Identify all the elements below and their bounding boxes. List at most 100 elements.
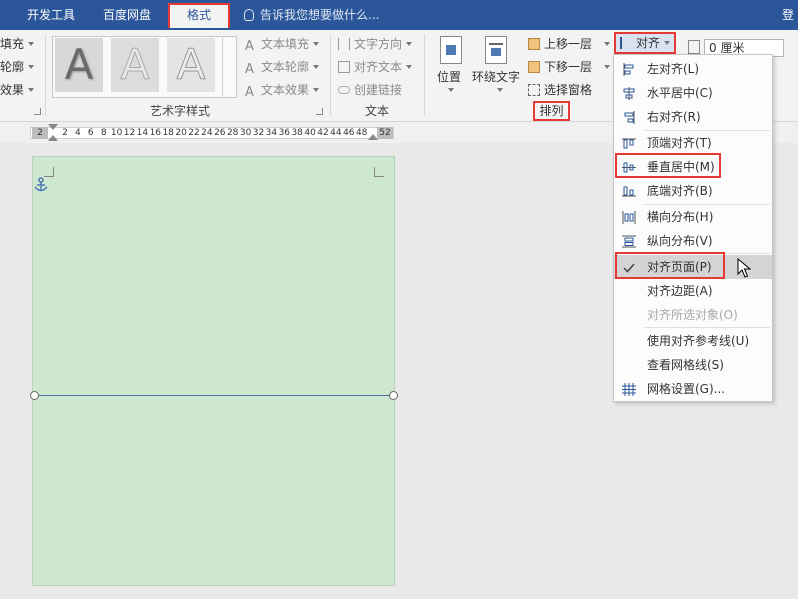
chevron-down-icon bbox=[604, 65, 611, 69]
ruler-tick-label: 2 bbox=[62, 128, 68, 138]
shape-effects-button[interactable]: 效果 bbox=[0, 81, 35, 98]
tell-me-search[interactable]: 告诉我您想要做什么... bbox=[244, 0, 379, 30]
chevron-down-icon bbox=[604, 42, 611, 46]
menu-item-align-bottom[interactable]: 底端对齐(B) bbox=[614, 179, 772, 203]
text-direction-button[interactable]: 文字方向 bbox=[338, 35, 413, 52]
wordart-style-3[interactable]: A bbox=[167, 38, 215, 92]
ruler-tick-label: 32 bbox=[252, 128, 265, 138]
menu-item-use-alignment-guides[interactable]: 使用对齐参考线(U) bbox=[614, 329, 772, 353]
menu-item-distribute-horizontally[interactable]: 横向分布(H) bbox=[614, 205, 772, 229]
gallery-more-icon[interactable] bbox=[222, 76, 236, 96]
tab-developer[interactable]: 开发工具 bbox=[16, 0, 86, 30]
ruler-tick-label: 8 bbox=[100, 128, 107, 138]
menu-item-align-left[interactable]: 左对齐(L) bbox=[614, 57, 772, 81]
ruler-tick-label: 38 bbox=[291, 128, 303, 138]
menu-separator bbox=[644, 327, 770, 328]
ruler-tick-label: 16 bbox=[149, 128, 162, 138]
position-icon bbox=[440, 36, 462, 64]
height-icon bbox=[688, 40, 700, 54]
highlight-align-to-page bbox=[615, 252, 725, 279]
line-end-handle[interactable] bbox=[389, 391, 398, 400]
menu-item-align-selected-objects: 对齐所选对象(O) bbox=[647, 308, 738, 322]
ruler-tick-label: 28 bbox=[226, 128, 239, 138]
ruler-right-margin: 52 bbox=[377, 127, 393, 139]
wordart-styles-group-label: 艺术字样式 bbox=[149, 104, 210, 118]
document-page[interactable] bbox=[32, 156, 395, 586]
chevron-down-icon bbox=[28, 42, 35, 46]
align-bottom-icon bbox=[622, 186, 636, 197]
gallery-scroll-down-icon[interactable] bbox=[222, 56, 236, 76]
gallery-scroll-up-icon[interactable] bbox=[222, 36, 236, 56]
align-icon bbox=[620, 37, 630, 49]
group-separator bbox=[330, 34, 331, 116]
dialog-launcher-icon[interactable] bbox=[316, 108, 323, 115]
ruler-tick-label: 10 bbox=[110, 128, 123, 138]
ruler-tick-label: 18 bbox=[162, 128, 174, 138]
tab-baidu-netdisk[interactable]: 百度网盘 bbox=[92, 0, 162, 30]
bring-forward-button[interactable]: 上移一层 bbox=[528, 35, 611, 52]
wordart-style-1[interactable]: A bbox=[55, 38, 103, 92]
distribute-horizontal-icon bbox=[622, 211, 636, 224]
grid-icon bbox=[622, 383, 636, 396]
menu-item-grid-settings[interactable]: 网格设置(G)... bbox=[614, 377, 772, 401]
menu-item-align-top[interactable]: 顶端对齐(T) bbox=[614, 131, 772, 155]
wordart-style-2[interactable]: A bbox=[111, 38, 159, 92]
group-separator bbox=[45, 34, 46, 116]
ruler-left-margin: 2 bbox=[32, 127, 48, 139]
menu-item-distribute-vertically[interactable]: 纵向分布(V) bbox=[614, 229, 772, 253]
selection-pane-button[interactable]: 选择窗格 bbox=[528, 81, 592, 98]
menu-item-view-gridlines[interactable]: 查看网格线(S) bbox=[614, 353, 772, 377]
first-line-indent-marker[interactable] bbox=[48, 124, 58, 130]
text-fill-button[interactable]: A 文本填充 bbox=[245, 35, 320, 54]
line-start-handle[interactable] bbox=[30, 391, 39, 400]
chevron-down-icon bbox=[664, 41, 671, 45]
hanging-indent-marker[interactable] bbox=[48, 135, 58, 141]
login-button[interactable]: 登 bbox=[782, 0, 794, 30]
ruler-tick-label: 42 bbox=[317, 128, 329, 138]
chevron-down-icon bbox=[497, 88, 503, 92]
ruler-tick-label: 4 bbox=[75, 128, 81, 138]
ruler-tick-label: 34 bbox=[265, 128, 278, 138]
align-button[interactable]: 对齐 bbox=[614, 32, 676, 54]
align-left-icon bbox=[623, 63, 634, 76]
ruler-tick-label: 12 bbox=[123, 128, 136, 138]
menu-item-align-to-margin[interactable]: 对齐边距(A) bbox=[614, 279, 772, 303]
align-top-icon bbox=[622, 138, 636, 149]
position-button[interactable]: 位置 bbox=[437, 68, 461, 85]
align-text-button[interactable]: 对齐文本 bbox=[338, 58, 413, 75]
anchor-icon bbox=[34, 177, 48, 192]
ruler-tick-label: 36 bbox=[278, 128, 291, 138]
ruler-tick-label: 14 bbox=[136, 128, 149, 138]
margin-corner-mark bbox=[44, 167, 54, 177]
ruler-tick-label: 22 bbox=[188, 128, 200, 138]
align-dropdown-menu: 左对齐(L) 水平居中(C) 右对齐(R) 顶端对齐(T) 垂直居中(M) 底端… bbox=[613, 54, 773, 402]
ruler-tick-label: 46 bbox=[343, 128, 355, 138]
align-right-icon bbox=[624, 111, 635, 124]
word-window: 开发工具 百度网盘 格式 告诉我您想要做什么... 登 填充 轮廓 效果 A A… bbox=[0, 0, 798, 599]
text-outline-button[interactable]: A 文本轮廓 bbox=[245, 58, 320, 77]
text-effects-button[interactable]: A 文本效果 bbox=[245, 81, 320, 100]
margin-corner-mark bbox=[374, 167, 384, 177]
create-link-button[interactable]: 创建链接 bbox=[338, 81, 402, 98]
text-direction-icon bbox=[338, 38, 350, 50]
menu-item-align-center[interactable]: 水平居中(C) bbox=[614, 81, 772, 105]
ruler-tick-label: 44 bbox=[330, 128, 342, 138]
dialog-launcher-icon[interactable] bbox=[34, 108, 41, 115]
ruler-tick-label: 40 bbox=[304, 128, 316, 138]
wrap-text-button[interactable]: 环绕文字 bbox=[472, 68, 520, 85]
text-fill-icon: A bbox=[245, 39, 254, 54]
link-icon bbox=[338, 86, 350, 94]
tab-format[interactable]: 格式 bbox=[168, 3, 230, 28]
shape-outline-button[interactable]: 轮廓 bbox=[0, 58, 35, 75]
group-separator bbox=[424, 34, 425, 116]
selected-line-shape[interactable] bbox=[34, 395, 393, 396]
bring-forward-icon bbox=[528, 38, 540, 50]
text-effects-icon: A bbox=[245, 85, 254, 100]
shape-fill-button[interactable]: 填充 bbox=[0, 35, 35, 52]
send-backward-button[interactable]: 下移一层 bbox=[528, 58, 611, 75]
chevron-down-icon bbox=[406, 65, 413, 69]
chevron-down-icon bbox=[313, 42, 320, 46]
highlight-align-middle bbox=[615, 153, 721, 178]
text-outline-icon: A bbox=[245, 62, 254, 77]
menu-item-align-right[interactable]: 右对齐(R) bbox=[614, 105, 772, 129]
